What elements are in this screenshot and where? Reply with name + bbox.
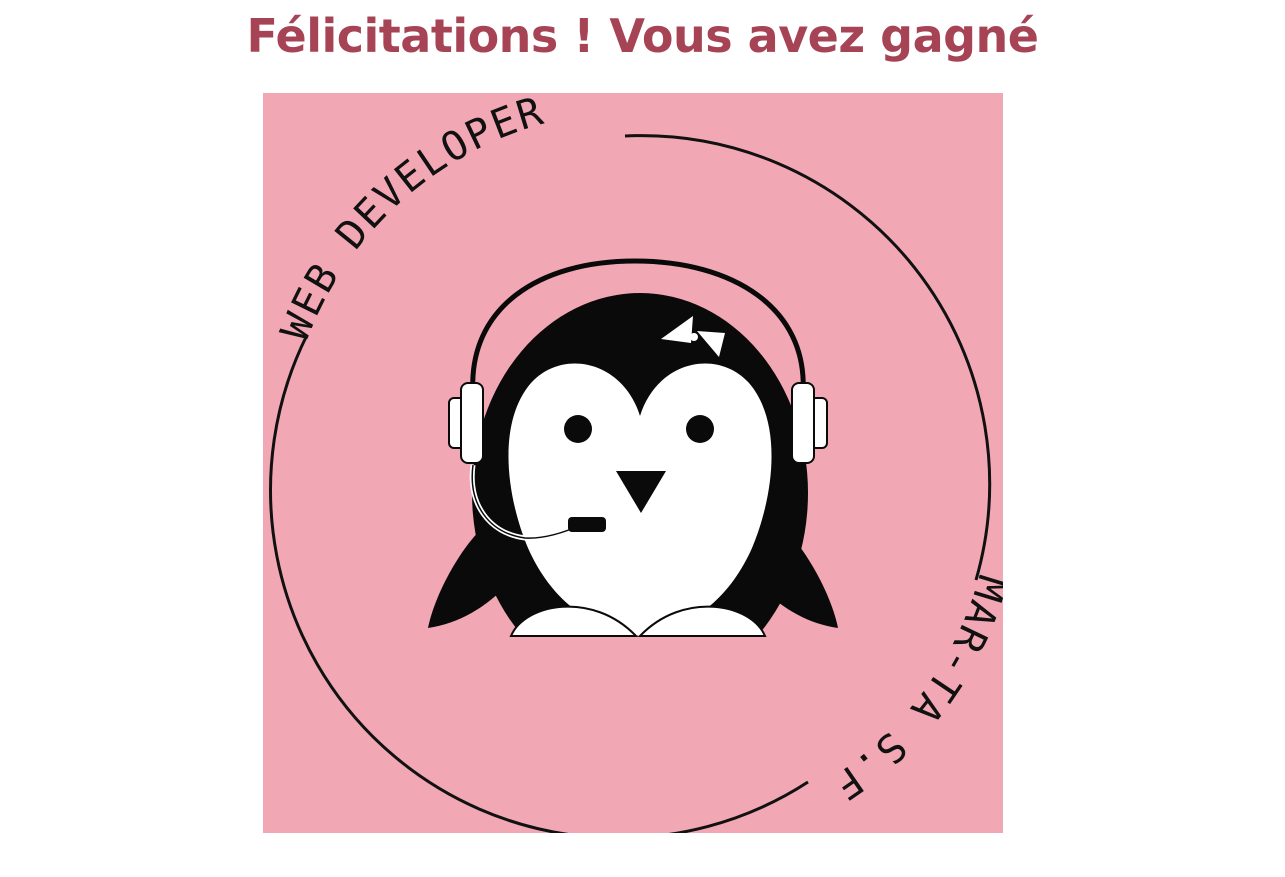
page-title: Félicitations ! Vous avez gagné — [246, 9, 1039, 63]
page: Félicitations ! Vous avez gagné WEB DEVE… — [0, 0, 1285, 877]
logo-image: WEB DEVELOPER MAR-TA S.F — [263, 93, 1003, 833]
penguin-right-eye-icon — [686, 415, 714, 443]
logo-svg: WEB DEVELOPER MAR-TA S.F — [263, 93, 1003, 833]
penguin-left-eye-icon — [564, 415, 592, 443]
headset-mic-icon — [568, 517, 606, 532]
